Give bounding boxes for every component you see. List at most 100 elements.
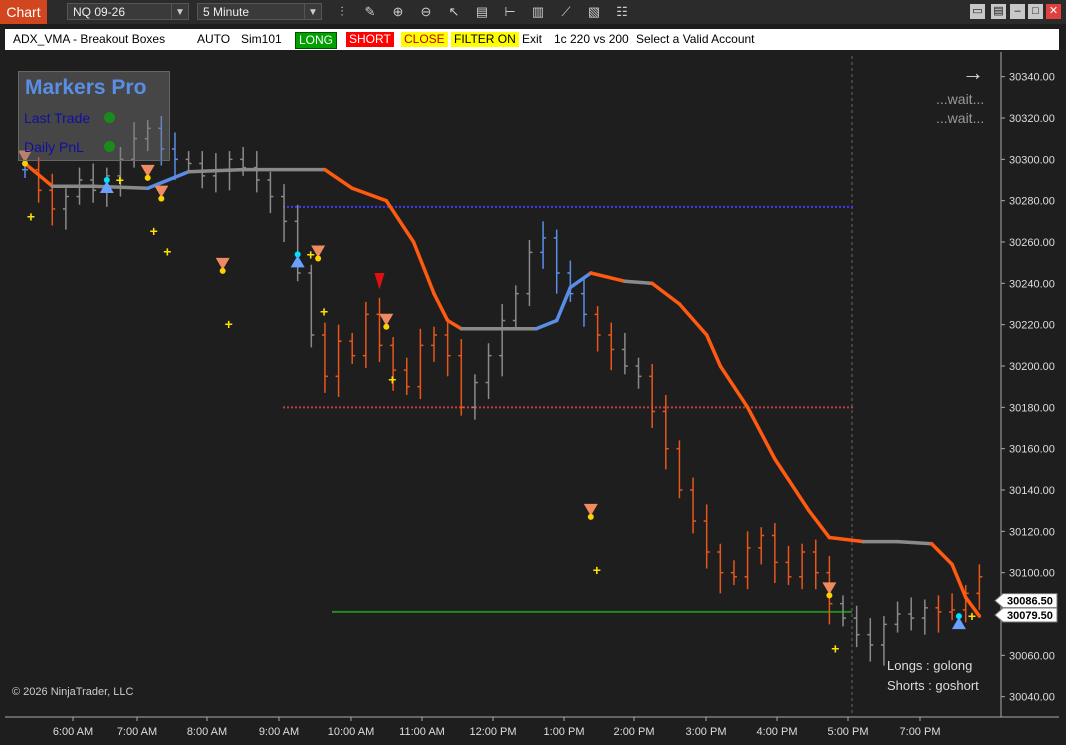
zoom-in-icon[interactable]: ⊕ — [389, 3, 407, 21]
y-tick-label: 30140.00 — [1009, 485, 1055, 497]
panel-title: Markers Pro — [25, 76, 147, 99]
y-tick-label: 30280.00 — [1009, 196, 1055, 208]
target-plus-icon: + — [27, 208, 35, 224]
x-tick-label: 4:00 PM — [757, 726, 798, 738]
y-tick-label: 30240.00 — [1009, 278, 1055, 290]
bar-chart-icon[interactable]: ▥ — [529, 3, 547, 21]
x-tick-label: 12:00 PM — [469, 726, 516, 738]
signal-dot — [103, 177, 110, 183]
pencil-icon[interactable]: ✎ — [361, 3, 379, 21]
signal-dot — [955, 613, 962, 620]
signal-dot — [22, 160, 28, 167]
y-tick-label: 30040.00 — [1009, 692, 1055, 704]
exit-button[interactable]: Exit — [522, 29, 542, 50]
target-plus-icon: + — [593, 562, 601, 578]
markers-pro-panel: Markers Pro Last Trade Daily PnL — [18, 71, 170, 161]
x-tick-label: 5:00 PM — [828, 726, 869, 738]
copyright: © 2026 NinjaTrader, LLC — [12, 686, 134, 698]
signal-dot — [158, 195, 165, 202]
y-tick-label: 30220.00 — [1009, 320, 1055, 332]
y-tick-label: 30260.00 — [1009, 237, 1055, 249]
daily-pnl-label: Daily PnL — [24, 139, 84, 155]
instrument-value: NQ 09-26 — [73, 5, 126, 19]
signal-dot — [383, 323, 390, 330]
size-label: 1c 220 vs 200 — [554, 32, 629, 46]
interval-value: 5 Minute — [203, 5, 250, 19]
shorts-label: Shorts : goshort — [887, 678, 979, 693]
daily-pnl-dot-icon — [104, 141, 115, 152]
target-plus-icon: + — [225, 316, 233, 332]
restore-icon[interactable]: ▭ — [970, 4, 985, 19]
tile-icon[interactable]: ▤ — [991, 4, 1006, 19]
arrow-right-icon: → — [962, 60, 984, 85]
price-label: 30079.50 — [1007, 610, 1053, 622]
y-tick-label: 30180.00 — [1009, 402, 1055, 414]
target-plus-icon: + — [163, 244, 171, 260]
last-trade-dot-icon — [104, 112, 115, 123]
y-tick-label: 30060.00 — [1009, 650, 1055, 662]
data-box-icon[interactable]: ▤ — [473, 3, 491, 21]
vma-line-segment — [623, 279, 654, 286]
x-tick-label: 2:00 PM — [614, 726, 655, 738]
target-plus-icon: + — [388, 372, 396, 388]
wait-label: ...wait... — [936, 91, 985, 107]
instrument-selector[interactable]: NQ 09-26 ▼ — [67, 3, 189, 20]
cursor-icon[interactable]: ↖ — [445, 3, 463, 21]
target-plus-icon: + — [320, 304, 328, 320]
strategy-status-bar: ADX_VMA - Breakout Boxes AUTO Sim101 LON… — [5, 29, 1059, 50]
long-button[interactable]: LONG — [295, 32, 338, 49]
x-tick-label: 1:00 PM — [544, 726, 585, 738]
x-tick-label: 8:00 AM — [187, 726, 227, 738]
target-plus-icon: + — [831, 640, 839, 656]
chevron-down-icon: ▼ — [171, 4, 188, 19]
title-bar: Chart NQ 09-26 ▼ 5 Minute ▼ ⫶ ✎ ⊕ ⊖ ↖ ▤ … — [0, 0, 1066, 24]
y-tick-label: 30300.00 — [1009, 154, 1055, 166]
target-plus-icon: + — [968, 608, 976, 624]
y-tick-label: 30120.00 — [1009, 526, 1055, 538]
signal-dot — [315, 255, 322, 262]
x-tick-label: 7:00 PM — [900, 726, 941, 738]
signal-dot — [144, 174, 151, 181]
properties-icon[interactable]: ▧ — [585, 3, 603, 21]
mode-label[interactable]: AUTO — [197, 29, 230, 50]
close-button[interactable]: CLOSE — [401, 32, 448, 47]
vma-line-segment — [895, 539, 934, 546]
signal-dot — [219, 267, 226, 274]
strategy-icon[interactable]: ⟋ — [557, 3, 575, 21]
indicator-name: ADX_VMA - Breakout Boxes — [13, 32, 166, 46]
x-tick-label: 9:00 AM — [259, 726, 299, 738]
y-tick-label: 30340.00 — [1009, 72, 1055, 84]
target-plus-icon: + — [116, 172, 124, 188]
y-tick-label: 30200.00 — [1009, 361, 1055, 373]
zoom-out-icon[interactable]: ⊖ — [417, 3, 435, 21]
maximize-icon[interactable]: □ — [1028, 4, 1043, 19]
x-tick-label: 3:00 PM — [686, 726, 727, 738]
y-tick-label: 30100.00 — [1009, 568, 1055, 580]
signal-dot — [587, 513, 594, 520]
price-label: 30086.50 — [1007, 596, 1053, 608]
chevron-down-icon: ▼ — [304, 4, 321, 19]
y-tick-label: 30160.00 — [1009, 444, 1055, 456]
x-tick-label: 7:00 AM — [117, 726, 157, 738]
x-tick-label: 10:00 AM — [328, 726, 374, 738]
longs-label: Longs : golong — [887, 658, 973, 673]
interval-selector[interactable]: 5 Minute ▼ — [197, 3, 322, 20]
account-label[interactable]: Sim101 — [241, 29, 282, 50]
target-plus-icon: + — [150, 223, 158, 239]
bars-icon[interactable]: ⫶ — [333, 3, 351, 21]
indicators-icon[interactable]: ⊢ — [501, 3, 519, 21]
wait-label: ...wait... — [936, 110, 985, 126]
x-tick-label: 11:00 AM — [399, 726, 445, 738]
vma-line-segment — [186, 167, 245, 174]
signal-dot — [294, 251, 301, 258]
close-icon[interactable]: ✕ — [1046, 4, 1061, 19]
signal-dot — [826, 592, 833, 599]
account-message: Select a Valid Account — [636, 32, 755, 46]
minimize-icon[interactable]: – — [1010, 4, 1025, 19]
last-trade-label: Last Trade — [24, 110, 91, 126]
filter-button[interactable]: FILTER ON — [451, 32, 519, 47]
x-tick-label: 6:00 AM — [53, 726, 93, 738]
grid-icon[interactable]: ☷ — [613, 3, 631, 21]
chart-tab[interactable]: Chart — [0, 0, 47, 24]
short-button[interactable]: SHORT — [346, 32, 394, 47]
